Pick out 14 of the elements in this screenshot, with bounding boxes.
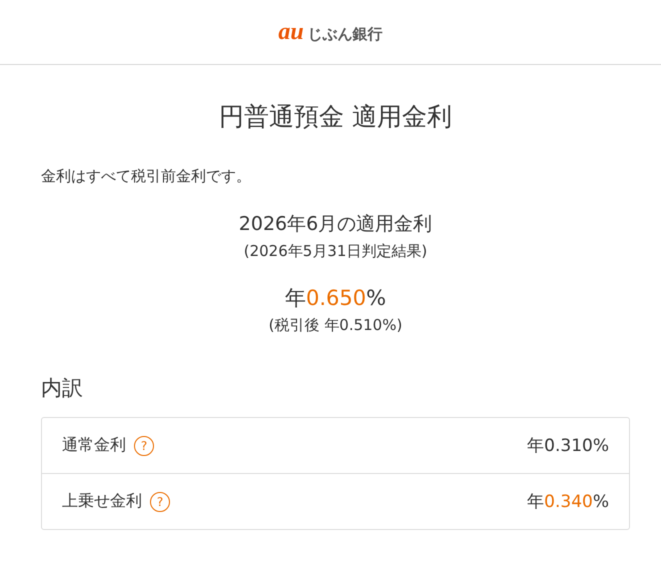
help-button[interactable]: ? <box>150 492 170 512</box>
page-title: 円普通預金 適用金利 <box>218 101 453 133</box>
bank-logo[interactable]: au じぶん銀行 <box>278 18 383 46</box>
rate-label: 通常金利 <box>62 435 126 456</box>
rate-value: 年0.310% <box>527 435 609 457</box>
judgement-date: (2026年5月31日判定結果) <box>244 241 428 262</box>
applied-rate: 年0.650% <box>284 285 386 312</box>
rate-heading: 2026年6月の適用金利 <box>238 212 432 237</box>
rate-label: 上乗せ金利 <box>62 491 142 512</box>
after-tax-rate: (税引後 年0.510%) <box>268 315 402 336</box>
help-button[interactable]: ? <box>134 436 154 456</box>
breakdown-heading: 内訳 <box>41 375 84 402</box>
rate-value: 年0.340% <box>527 491 609 513</box>
tax-note: 金利はすべて税引前金利です。 <box>41 166 252 187</box>
